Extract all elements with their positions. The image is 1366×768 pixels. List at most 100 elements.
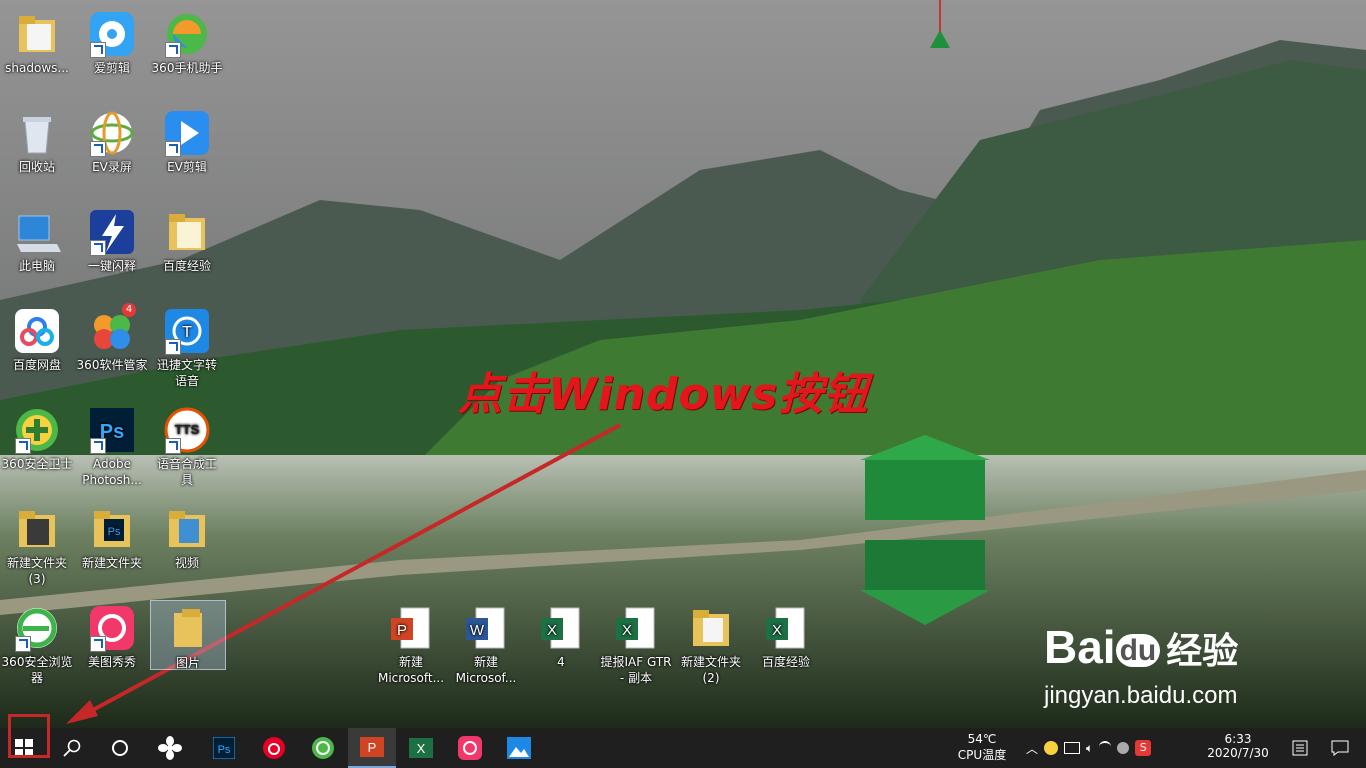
desktop-icon-excel-iaf-gtr[interactable]: X 提报IAF GTR - 副本 xyxy=(599,600,673,686)
folder-icon xyxy=(163,208,211,256)
clock-date: 2020/7/30 xyxy=(1207,746,1269,760)
powerpoint-file-icon: P xyxy=(387,604,435,652)
watermark-brand-bai: Bai xyxy=(1044,621,1116,673)
desktop-icon-360-phone-assistant[interactable]: 360手机助手 xyxy=(150,6,224,76)
desktop-icon-excel-4[interactable]: X 4 xyxy=(524,600,598,670)
360-browser-icon xyxy=(13,604,61,652)
desktop-icon-xunjie-tts[interactable]: T 迅捷文字转 语音 xyxy=(150,303,224,389)
taskbar-app-excel[interactable]: X xyxy=(397,728,445,768)
baidu-jingyan-watermark: Bai du 经验 jingyan.baidu.com xyxy=(1044,622,1238,710)
clock[interactable]: 6:33 2020/7/30 xyxy=(1200,728,1276,768)
taskbar-app-meitu[interactable] xyxy=(446,728,494,768)
search-button[interactable] xyxy=(48,728,96,768)
taskbar-app-powerpoint[interactable]: P xyxy=(348,728,396,768)
shortcut-arrow-icon xyxy=(90,438,106,454)
folder-icon xyxy=(13,10,61,58)
desktop-icon-adobe-photoshop[interactable]: Ps Adobe Photosh... xyxy=(75,402,149,488)
show-hidden-icons-chevron-icon[interactable]: ︿ xyxy=(1026,740,1038,757)
notes-icon xyxy=(1292,740,1308,756)
desktop-icon-yijianshanshi[interactable]: 一键闪释 xyxy=(75,204,149,274)
folder-icon xyxy=(164,605,212,653)
recycle-bin-icon xyxy=(13,109,61,157)
desktop-icon-360-browser[interactable]: 360安全浏览 器 xyxy=(0,600,74,686)
desktop-icon-new-word[interactable]: W 新建 Microsof... xyxy=(449,600,523,686)
desktop-icon-new-folder[interactable]: Ps 新建文件夹 xyxy=(75,501,149,571)
cortana-button[interactable] xyxy=(96,728,144,768)
svg-text:Ps: Ps xyxy=(218,744,231,756)
desktop-icon-new-folder-2[interactable]: 新建文件夹 (2) xyxy=(674,600,748,686)
excel-file-icon: X xyxy=(762,604,810,652)
360-phone-assistant-icon xyxy=(163,10,211,58)
powerpoint-icon: P xyxy=(360,737,384,757)
baidu-netdisk-icon xyxy=(13,307,61,355)
taskbar-app-photos[interactable] xyxy=(495,728,543,768)
browser-icon xyxy=(312,737,334,759)
excel-file-icon: X xyxy=(537,604,585,652)
desktop-icon-tts-tool[interactable]: TTS 语音合成工 具 xyxy=(150,402,224,488)
meitu-icon xyxy=(88,604,136,652)
folder-icon xyxy=(687,604,735,652)
svg-text:P: P xyxy=(397,622,407,639)
shortcut-arrow-icon xyxy=(15,636,31,652)
computer-icon xyxy=(13,208,61,256)
svg-text:TTS: TTS xyxy=(175,422,200,437)
shortcut-arrow-icon xyxy=(90,636,106,652)
desktop-icon-shadows[interactable]: shadows... xyxy=(0,6,74,76)
shortcut-arrow-icon xyxy=(15,438,31,454)
taskbar-app-pinwheel[interactable] xyxy=(146,728,194,768)
word-file-icon: W xyxy=(462,604,510,652)
taskbar-app-netease-music[interactable] xyxy=(250,728,298,768)
action-center-button[interactable] xyxy=(1320,728,1360,768)
taskbar-app-photoshop[interactable]: Ps xyxy=(200,728,248,768)
system-tray-icons: ︿ 🔈︎ S xyxy=(1026,728,1176,768)
volume-icon[interactable]: 🔈︎ xyxy=(1086,741,1093,756)
desktop-icon-baidu-jingyan-folder[interactable]: 百度经验 xyxy=(150,204,224,274)
desktop-wallpaper: shadows... 回收站 此电脑 百度网盘 360安全卫士 新建文件夹 (3… xyxy=(0,0,1366,728)
desktop-icon-baidu-jingyan-excel[interactable]: X 百度经验 xyxy=(749,600,823,670)
start-button-highlight-box xyxy=(8,714,50,758)
tts-tool-icon: TTS xyxy=(163,406,211,454)
svg-text:T: T xyxy=(182,324,192,341)
shortcut-arrow-icon xyxy=(165,339,181,355)
photoshop-icon: Ps xyxy=(88,406,136,454)
desktop-icon-pictures-folder[interactable]: 图片 xyxy=(150,600,226,670)
desktop-icon-aijianji[interactable]: 爱剪辑 xyxy=(75,6,149,76)
desktop-icon-ev-recorder[interactable]: EV录屏 xyxy=(75,105,149,175)
360-tray-icon[interactable] xyxy=(1044,741,1059,755)
excel-file-icon: X xyxy=(612,604,660,652)
meitu-icon xyxy=(458,736,482,760)
360-software-manager-icon: 4 xyxy=(88,303,136,355)
desktop-icon-ev-editor[interactable]: EV剪辑 xyxy=(150,105,224,175)
cpu-temp-value: 54℃ xyxy=(967,732,997,746)
watermark-brand-jingyan: 经验 xyxy=(1166,630,1239,671)
aijianji-icon xyxy=(88,10,136,58)
desktop-icon-recycle-bin[interactable]: 回收站 xyxy=(0,105,74,175)
folder-icon xyxy=(163,505,211,553)
photoshop-icon: Ps xyxy=(213,737,235,759)
desktop-icon-new-folder-3[interactable]: 新建文件夹 (3) xyxy=(0,501,74,587)
shortcut-arrow-icon xyxy=(90,141,106,157)
sogou-input-icon[interactable]: S xyxy=(1135,740,1152,756)
shortcut-arrow-icon xyxy=(165,141,181,157)
cpu-temperature-widget[interactable]: 54℃ CPU温度 xyxy=(950,728,1014,768)
disconnect-icon[interactable] xyxy=(1117,742,1130,754)
svg-text:W: W xyxy=(470,622,485,639)
wifi-icon[interactable] xyxy=(1099,741,1112,755)
xunjie-tts-icon: T xyxy=(163,307,211,355)
shortcut-arrow-icon xyxy=(90,42,106,58)
taskbar: Ps P X 54℃ CPU温度 ︿ 🔈︎ S 6:33 2020/7/30 xyxy=(0,714,1366,768)
desktop-icon-360-software-manager[interactable]: 4 360软件管家 xyxy=(75,303,149,373)
desktop-icon-new-powerpoint[interactable]: P 新建 Microsoft... xyxy=(374,600,448,686)
desktop-icon-meitu[interactable]: 美图秀秀 xyxy=(75,600,149,670)
start-button[interactable] xyxy=(0,714,50,768)
svg-text:X: X xyxy=(547,622,557,639)
desktop-icon-video-folder[interactable]: 视频 xyxy=(150,501,224,571)
battery-charging-icon[interactable] xyxy=(1064,742,1081,754)
desktop-icon-baidu-netdisk[interactable]: 百度网盘 xyxy=(0,303,74,373)
desktop-icon-this-pc[interactable]: 此电脑 xyxy=(0,204,74,274)
desktop-icon-360-security[interactable]: 360安全卫士 xyxy=(0,402,74,472)
shortcut-arrow-icon xyxy=(90,240,106,256)
notes-button[interactable] xyxy=(1280,728,1320,768)
search-icon xyxy=(63,739,81,757)
taskbar-app-browser[interactable] xyxy=(299,728,347,768)
